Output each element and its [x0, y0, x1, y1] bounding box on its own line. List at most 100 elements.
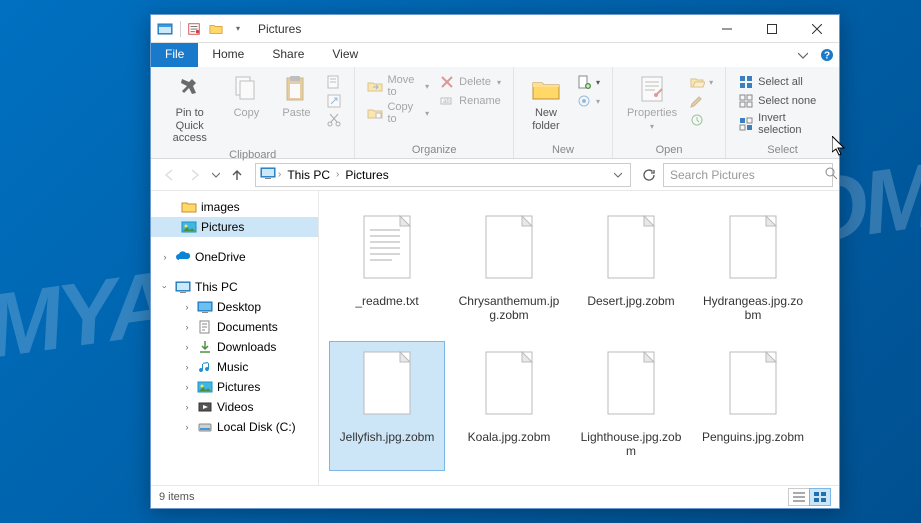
breadcrumb-sep-icon[interactable]: ›	[336, 169, 339, 180]
sidebar-thispc-item[interactable]: › Downloads	[151, 337, 318, 357]
history-button[interactable]	[685, 111, 717, 129]
file-name-label: _readme.txt	[355, 294, 418, 308]
address-bar[interactable]: › This PC › Pictures	[255, 163, 631, 187]
file-icon	[352, 210, 422, 290]
file-item[interactable]: _readme.txt	[329, 205, 445, 335]
file-item[interactable]: Penguins.jpg.zobm	[695, 341, 811, 471]
sidebar-item-label: Videos	[217, 400, 253, 414]
delete-button[interactable]: Delete▾	[435, 73, 505, 91]
breadcrumb-sep-icon[interactable]: ›	[278, 169, 281, 180]
tab-file[interactable]: File	[151, 43, 198, 67]
app-icon	[157, 21, 173, 37]
file-icon	[596, 210, 666, 290]
address-dropdown[interactable]	[610, 168, 626, 182]
file-icon	[352, 346, 422, 426]
select-group-label: Select	[734, 142, 831, 156]
explorer-window: ▾ Pictures File Home Share View ?	[150, 14, 840, 509]
select-all-button[interactable]: Select all	[734, 73, 831, 91]
tab-view[interactable]: View	[318, 43, 372, 67]
invert-selection-button[interactable]: Invert selection	[734, 111, 831, 137]
sidebar-thispc-item[interactable]: ›Desktop	[151, 297, 318, 317]
view-details-button[interactable]	[788, 488, 810, 506]
edit-button[interactable]	[685, 92, 717, 110]
new-item-button[interactable]: ▾	[572, 73, 604, 91]
new-folder-button[interactable]: New folder	[522, 71, 570, 142]
minimize-button[interactable]	[704, 15, 749, 43]
up-button[interactable]	[225, 163, 249, 187]
picture-icon	[181, 219, 197, 235]
chevron-right-icon: ›	[181, 342, 193, 352]
sidebar-thispc-item[interactable]: ›Music	[151, 357, 318, 377]
sidebar-onedrive[interactable]: › OneDrive	[151, 247, 318, 267]
sidebar-thispc-item[interactable]: ›Pictures	[151, 377, 318, 397]
nav-pane[interactable]: images Pictures › OneDrive › This PC ›Des…	[151, 191, 319, 485]
file-item[interactable]: Desert.jpg.zobm	[573, 205, 689, 335]
easy-access-button[interactable]: ▾	[572, 92, 604, 110]
pin-icon	[174, 73, 206, 105]
delete-icon	[439, 74, 455, 90]
file-name-label: Lighthouse.jpg.zobm	[578, 430, 684, 459]
copy-icon	[230, 73, 262, 105]
qat-folder-icon[interactable]	[208, 21, 224, 37]
svg-text:ab: ab	[443, 99, 450, 105]
breadcrumb-pictures[interactable]: Pictures	[341, 168, 392, 182]
search-input[interactable]	[670, 168, 825, 182]
search-box[interactable]	[663, 163, 833, 187]
sidebar-this-pc[interactable]: › This PC	[151, 277, 318, 297]
paste-shortcut-button[interactable]	[322, 92, 346, 110]
select-none-button[interactable]: Select none	[734, 92, 831, 110]
address-pc-icon	[260, 165, 276, 184]
tab-home[interactable]: Home	[198, 43, 258, 67]
properties-button[interactable]: Properties▾	[621, 71, 683, 142]
file-item[interactable]: Koala.jpg.zobm	[451, 341, 567, 471]
help-button[interactable]: ?	[815, 43, 839, 67]
back-button[interactable]	[157, 163, 181, 187]
open-icon	[689, 74, 705, 90]
copy-button[interactable]: Copy	[222, 71, 270, 147]
file-icon	[718, 346, 788, 426]
view-large-icons-button[interactable]	[809, 488, 831, 506]
forward-button[interactable]	[183, 163, 207, 187]
paste-button[interactable]: Paste	[272, 71, 320, 147]
ribbon: Pin to Quick access Copy Paste	[151, 67, 839, 159]
shortcut-icon	[326, 93, 342, 109]
recent-dropdown[interactable]	[209, 163, 223, 187]
ribbon-collapse-button[interactable]	[791, 43, 815, 67]
tab-share[interactable]: Share	[258, 43, 318, 67]
sidebar-thispc-item[interactable]: ›Documents	[151, 317, 318, 337]
select-all-label: Select all	[758, 76, 803, 88]
copy-path-button[interactable]	[322, 73, 346, 91]
file-item[interactable]: Jellyfish.jpg.zobm	[329, 341, 445, 471]
sidebar-item-label: Pictures	[217, 380, 260, 394]
file-item[interactable]: Hydrangeas.jpg.zobm	[695, 205, 811, 335]
ribbon-group-open: Properties▾ ▾ Open	[613, 67, 726, 158]
cut-button[interactable]	[322, 111, 346, 129]
copy-to-button[interactable]: Copy to▾	[363, 100, 433, 126]
sidebar-item-label: Pictures	[201, 220, 244, 234]
maximize-button[interactable]	[749, 15, 794, 43]
sidebar-thispc-item[interactable]: ›Local Disk (C:)	[151, 417, 318, 437]
select-none-label: Select none	[758, 95, 816, 107]
refresh-button[interactable]	[637, 163, 661, 187]
breadcrumb-this-pc[interactable]: This PC	[283, 168, 334, 182]
edit-icon	[689, 93, 705, 109]
rename-button[interactable]: abRename	[435, 92, 505, 110]
move-to-button[interactable]: Move to▾	[363, 73, 433, 99]
sidebar-item-label: Local Disk (C:)	[217, 420, 296, 434]
qat-properties-icon[interactable]	[186, 21, 202, 37]
file-item[interactable]: Lighthouse.jpg.zobm	[573, 341, 689, 471]
file-item[interactable]: Chrysanthemum.jpg.zobm	[451, 205, 567, 335]
easy-access-icon	[576, 93, 592, 109]
sidebar-quick-item[interactable]: images	[151, 197, 318, 217]
content-pane[interactable]: _readme.txt Chrysanthemum.jpg.zobmDesert.…	[319, 191, 839, 485]
close-button[interactable]	[794, 15, 839, 43]
qat-dropdown-icon[interactable]: ▾	[230, 21, 246, 37]
open-button[interactable]: ▾	[685, 73, 717, 91]
ribbon-group-new: New folder ▾ ▾ New	[514, 67, 613, 158]
sidebar-thispc-item[interactable]: ›Videos	[151, 397, 318, 417]
ribbon-group-select: Select all Select none Invert selection …	[726, 67, 839, 158]
sidebar-item-label: Downloads	[217, 340, 276, 354]
pin-quick-access-button[interactable]: Pin to Quick access	[159, 71, 220, 147]
sidebar-quick-item[interactable]: Pictures	[151, 217, 318, 237]
sidebar-item-label: Music	[217, 360, 248, 374]
